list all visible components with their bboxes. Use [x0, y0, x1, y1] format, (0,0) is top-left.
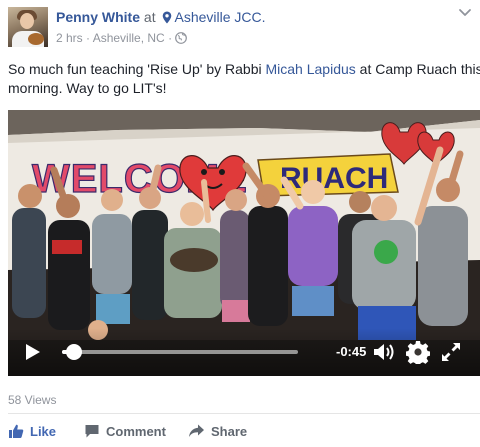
- like-button[interactable]: Like: [8, 417, 56, 445]
- location-link[interactable]: Asheville JCC.: [174, 9, 265, 25]
- share-icon: [189, 424, 204, 437]
- post-title-line: Penny White at Asheville JCC.: [56, 9, 266, 25]
- share-label: Share: [211, 423, 248, 439]
- play-icon[interactable]: [22, 342, 42, 362]
- avatar[interactable]: [8, 7, 48, 47]
- post-text-line-2: morning. Way to go LIT's!: [8, 80, 167, 96]
- actions-divider: [8, 413, 480, 414]
- post-meta: 2 hrs · Asheville, NC ·: [56, 31, 188, 45]
- comment-button[interactable]: Comment: [84, 417, 166, 445]
- progress-handle[interactable]: [65, 344, 82, 360]
- meta-separator-2: ·: [168, 31, 173, 45]
- post-body-text: So much fun teaching 'Rise Up' by Rabbi …: [8, 60, 480, 98]
- time-remaining: -0:45: [336, 344, 367, 359]
- progress-bar[interactable]: [62, 344, 298, 360]
- post-header: Penny White at Asheville JCC. 2 hrs · As…: [0, 0, 480, 52]
- post-text-part-2: at Camp Ruach this: [355, 61, 480, 77]
- globe-icon[interactable]: [175, 32, 188, 44]
- volume-icon[interactable]: [372, 341, 396, 363]
- chevron-down-icon[interactable]: [458, 8, 472, 18]
- post-city[interactable]: Asheville, NC: [93, 31, 165, 45]
- banner-ruach-text: RUACH: [280, 162, 388, 195]
- gear-icon[interactable]: [406, 340, 430, 364]
- comment-icon: [85, 425, 99, 438]
- post-text-part-1: So much fun teaching 'Rise Up' by Rabbi: [8, 61, 266, 77]
- at-label: at: [143, 9, 156, 25]
- comment-label: Comment: [106, 423, 166, 439]
- tagged-person-link[interactable]: Micah Lapidus: [265, 61, 355, 77]
- video-controls: -0:45: [8, 328, 480, 376]
- fullscreen-icon[interactable]: [440, 341, 462, 363]
- share-button[interactable]: Share: [188, 417, 247, 445]
- video-player[interactable]: WELCOME to RUACH -0:45: [8, 110, 480, 376]
- meta-separator: ·: [86, 31, 91, 45]
- like-label: Like: [30, 423, 57, 439]
- location-pin-icon: [163, 11, 172, 24]
- post-timestamp[interactable]: 2 hrs: [56, 31, 83, 45]
- thumbs-up-icon: [9, 424, 24, 438]
- view-count[interactable]: 58 Views: [8, 393, 56, 407]
- author-name-link[interactable]: Penny White: [56, 9, 140, 25]
